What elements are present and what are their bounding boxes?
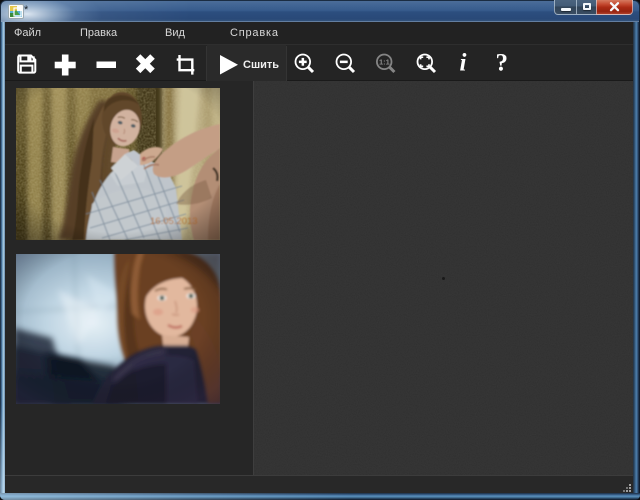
svg-text:i: i	[460, 50, 467, 77]
svg-text:?: ?	[496, 50, 509, 77]
svg-text:Сшить: Сшить	[243, 59, 279, 71]
svg-text:1:1: 1:1	[379, 58, 390, 67]
